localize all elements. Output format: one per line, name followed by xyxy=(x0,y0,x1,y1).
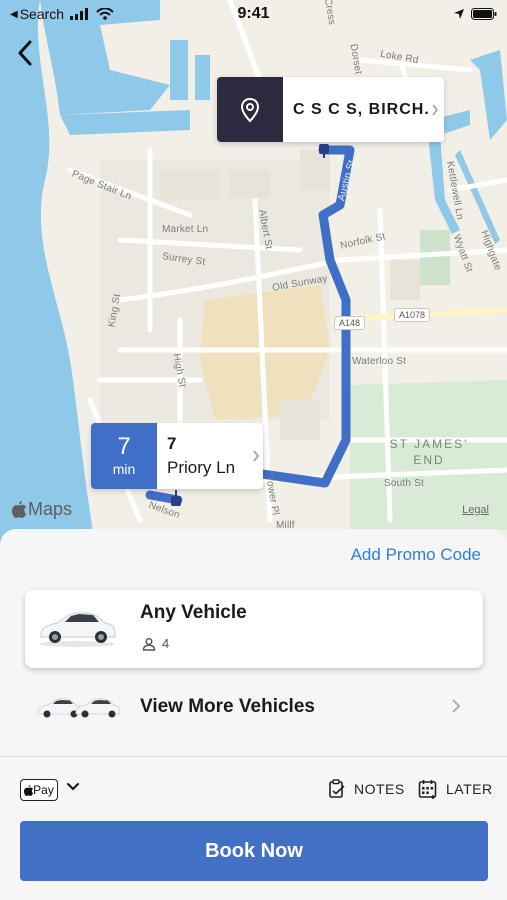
street-label: South St xyxy=(384,478,424,489)
chevron-left-icon xyxy=(18,40,32,66)
road-badge: A148 xyxy=(334,316,366,330)
map-view[interactable]: Loke Rd Cress Dorset St Page Stair Ln Ma… xyxy=(0,0,507,545)
notes-button[interactable]: NOTES xyxy=(328,779,405,799)
apple-logo-icon xyxy=(12,501,26,518)
road-badge: A1078 xyxy=(394,308,431,322)
calendar-icon xyxy=(418,780,437,799)
chevron-right-icon xyxy=(452,699,461,713)
wifi-icon xyxy=(96,8,114,20)
later-label: LATER xyxy=(446,781,493,797)
cars-icon xyxy=(37,698,121,718)
eta-value: 7 xyxy=(117,433,131,460)
battery-icon xyxy=(471,8,497,20)
status-back-label: Search xyxy=(19,6,65,22)
view-more-vehicles-label: View More Vehicles xyxy=(140,696,315,717)
notes-icon xyxy=(329,779,345,798)
divider xyxy=(0,756,507,757)
chevron-right-icon xyxy=(428,77,442,142)
notes-label: NOTES xyxy=(354,781,405,797)
apple-pay-button[interactable]: Pay xyxy=(20,779,58,801)
booking-sheet: Add Promo Code Any Vehicle 4 View More V… xyxy=(0,529,507,900)
seat-capacity: 4 xyxy=(142,636,169,651)
back-button[interactable] xyxy=(12,38,40,68)
location-arrow-icon xyxy=(454,9,464,19)
street-label: Market Ln xyxy=(162,224,209,235)
street-label: Waterloo St xyxy=(352,356,407,367)
apple-maps-logo: Maps xyxy=(12,499,72,520)
payment-row: Pay NOTES LATER xyxy=(0,773,507,807)
legal-link[interactable]: Legal xyxy=(462,504,489,516)
destination-icon-box xyxy=(217,77,283,142)
status-time: 9:41 xyxy=(237,5,270,22)
destination-name: C S C S, BIRCH... xyxy=(293,100,428,118)
destination-callout[interactable]: C S C S, BIRCH... xyxy=(217,77,444,142)
back-triangle-icon: ◀ xyxy=(10,8,18,20)
chevron-right-icon xyxy=(249,423,263,489)
pickup-address-number: 7 xyxy=(167,434,177,453)
pickup-callout[interactable]: 7 min 7 Priory Ln xyxy=(91,423,263,489)
status-back[interactable]: ◀ Search xyxy=(10,6,114,22)
vehicle-option-card[interactable]: Any Vehicle 4 xyxy=(25,590,483,668)
view-more-vehicles-row[interactable]: View More Vehicles xyxy=(0,682,507,732)
later-button[interactable]: LATER xyxy=(418,779,493,799)
vehicle-name: Any Vehicle xyxy=(140,602,247,623)
eta-box: 7 min xyxy=(91,423,157,489)
status-bar: ◀ Search 9:41 xyxy=(0,0,507,28)
district-label: ST JAMES' END xyxy=(389,437,469,467)
payment-method-label: Pay xyxy=(33,783,54,797)
book-now-button[interactable]: Book Now xyxy=(20,821,488,881)
maps-brand-label: Maps xyxy=(28,499,73,519)
destination-marker xyxy=(319,144,329,158)
car-icon xyxy=(39,612,116,647)
chevron-down-icon[interactable] xyxy=(66,782,80,792)
add-promo-code-link[interactable]: Add Promo Code xyxy=(351,545,481,565)
apple-logo-icon xyxy=(24,784,34,796)
pickup-address: 7 Priory Ln xyxy=(157,423,249,489)
signal-icon xyxy=(70,8,89,20)
pickup-marker xyxy=(171,490,181,506)
location-pin-icon xyxy=(240,97,260,122)
seat-count: 4 xyxy=(162,636,170,651)
person-icon xyxy=(142,637,156,651)
pickup-address-street: Priory Ln xyxy=(167,458,236,477)
eta-unit: min xyxy=(112,461,136,477)
